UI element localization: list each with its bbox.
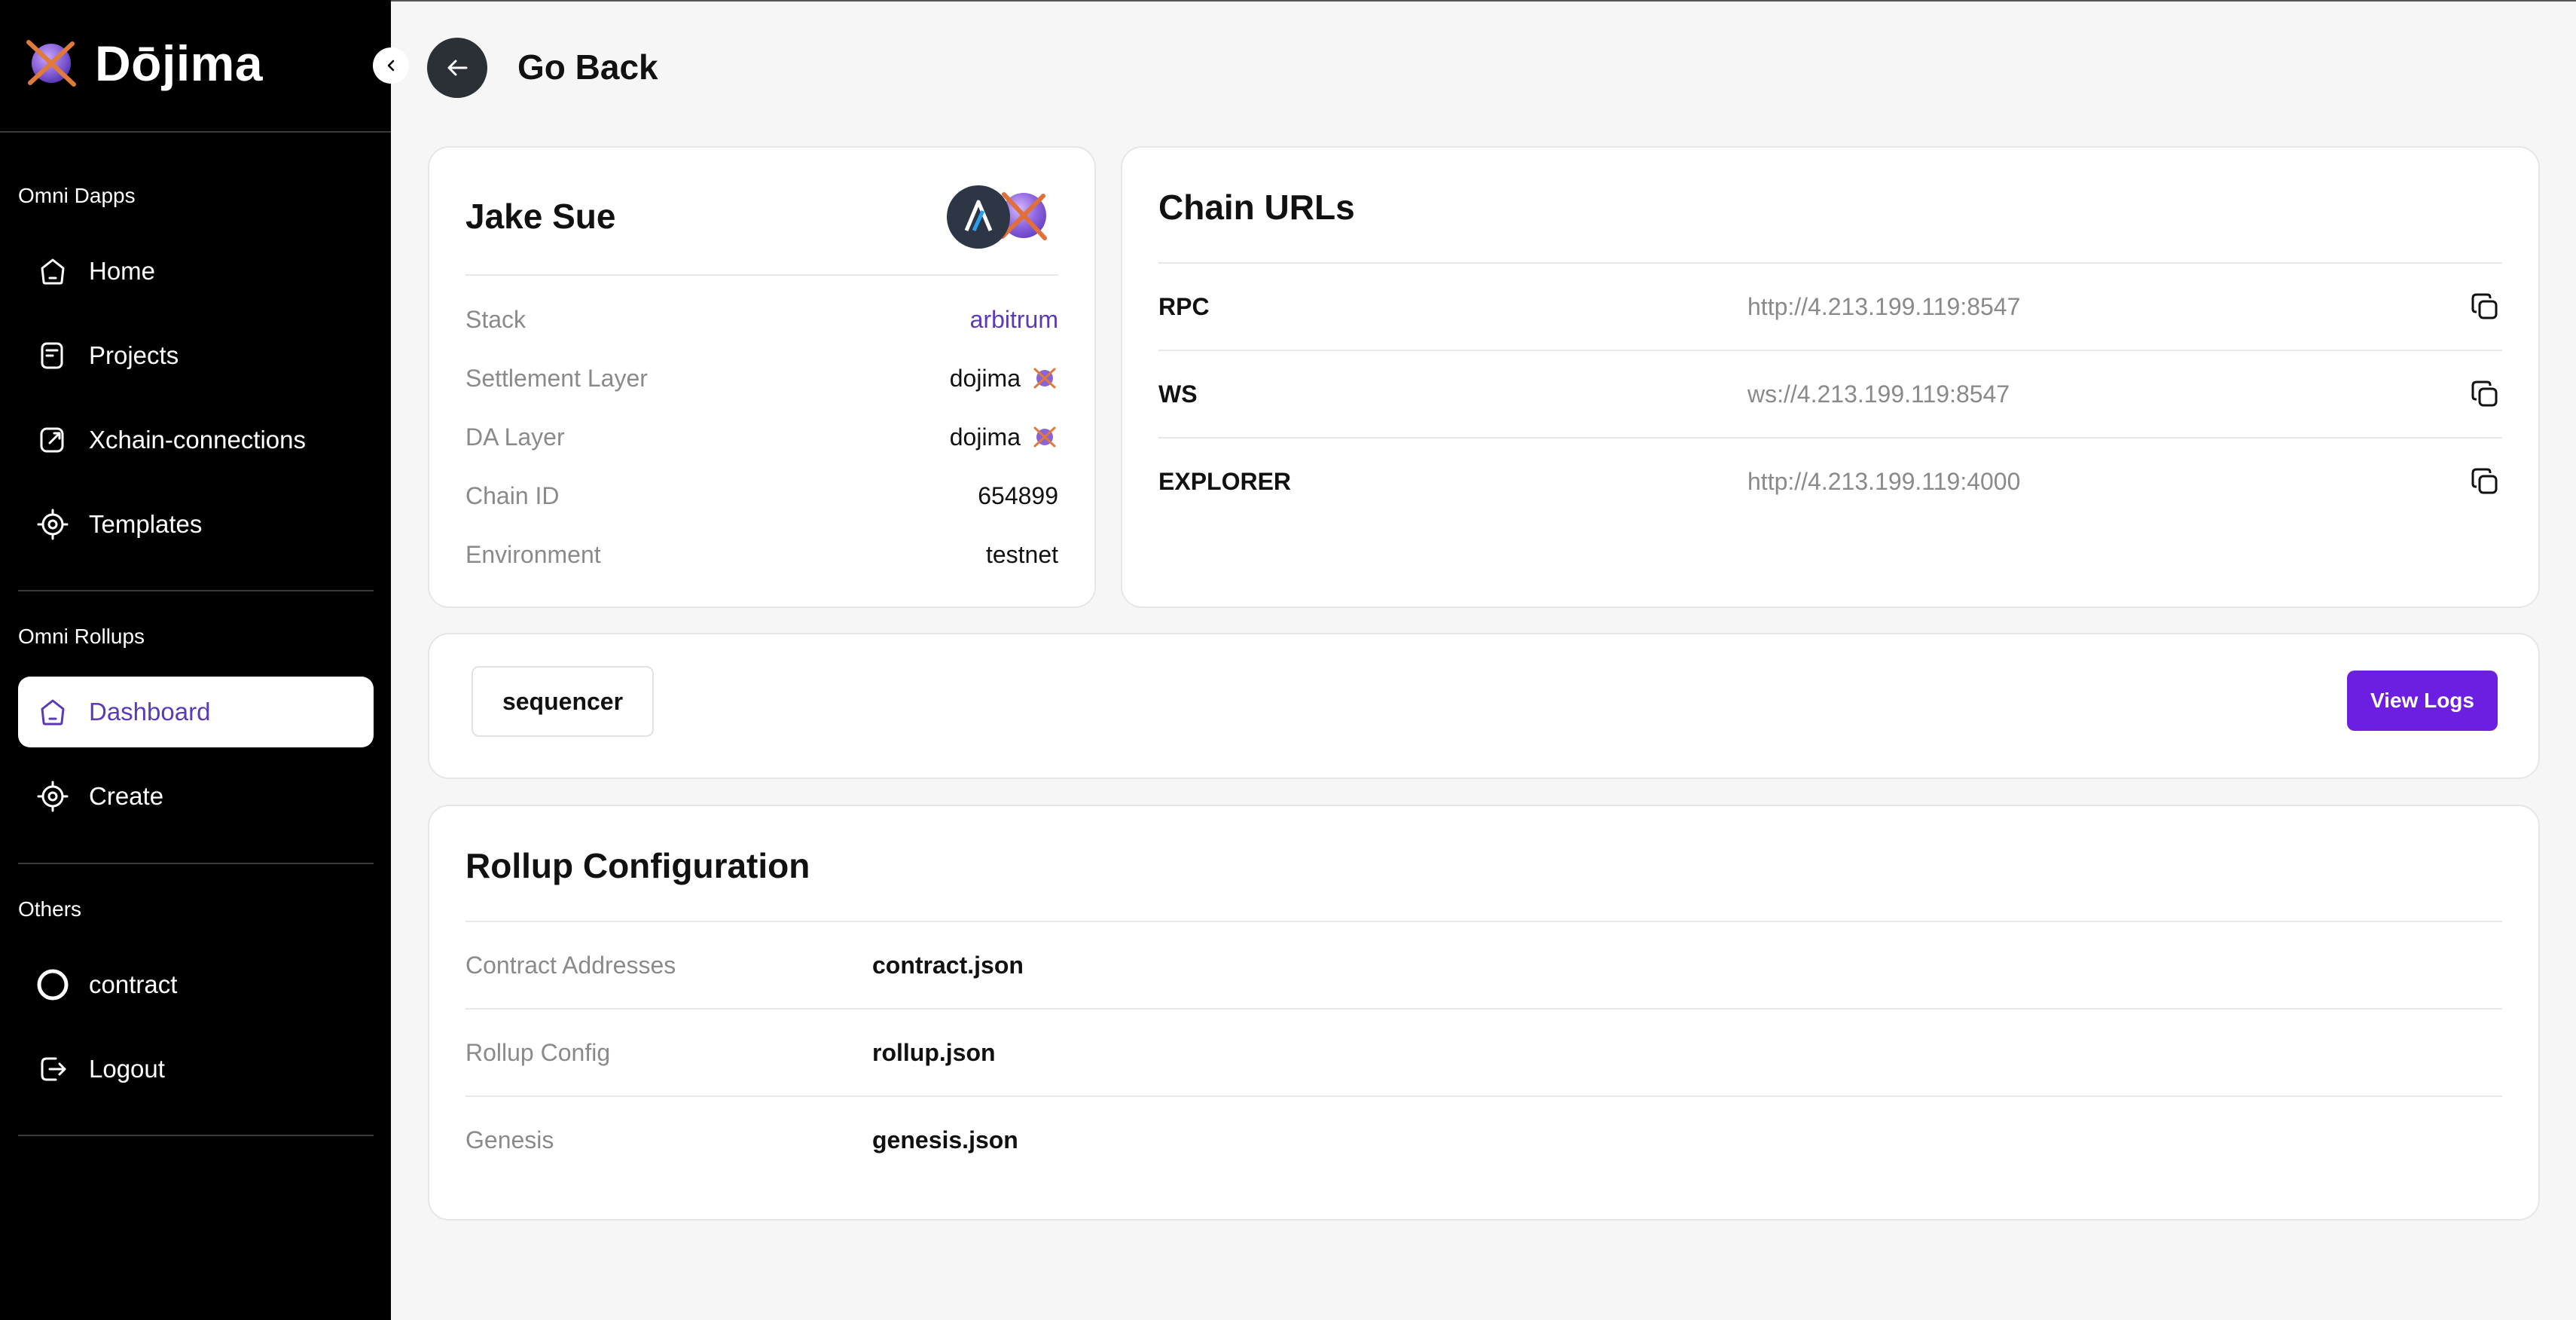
sidebar-item-label: Logout — [89, 1055, 165, 1083]
chain-urls-card: Chain URLs RPC http://4.213.199.119:8547… — [1121, 146, 2540, 608]
row-key: Chain ID — [465, 481, 560, 509]
chevron-left-icon — [387, 60, 395, 72]
sidebar-item-label: Xchain-connections — [89, 426, 307, 454]
config-file-link[interactable]: genesis.json — [872, 1126, 1018, 1154]
home-icon — [36, 695, 69, 729]
stack-link[interactable]: arbitrum — [970, 306, 1058, 334]
divider — [465, 274, 1058, 276]
stack-logos-icon — [947, 185, 1047, 249]
config-file-link[interactable]: contract.json — [872, 952, 1024, 979]
service-tab-sequencer[interactable]: sequencer — [472, 666, 654, 737]
sidebar-item-label: Create — [89, 782, 164, 810]
brand-name: Dōjima — [95, 35, 264, 91]
divider — [18, 1135, 374, 1136]
profile-name: Jake Sue — [465, 197, 616, 236]
row-value: testnet — [985, 540, 1058, 568]
row-key: DA Layer — [465, 423, 565, 451]
profile-row-da-layer: DA Layer dojima — [465, 414, 1058, 460]
profile-row-settlement-layer: Settlement Layer dojima — [465, 356, 1058, 401]
config-key: Rollup Config — [465, 1038, 611, 1066]
sidebar-item-templates[interactable]: Templates — [18, 489, 374, 560]
config-key: Contract Addresses — [465, 951, 676, 979]
url-row-rpc: RPC http://4.213.199.119:8547 — [1158, 264, 2502, 350]
profile-row-environment: Environment testnet — [465, 532, 1058, 577]
sidebar: Dōjima Omni Dapps Home Projects Xchain-c… — [0, 0, 391, 1320]
url-value: http://4.213.199.119:4000 — [1747, 467, 2021, 495]
home-icon — [36, 255, 69, 288]
url-row-explorer: EXPLORER http://4.213.199.119:4000 — [1158, 438, 2502, 524]
dojima-logo-icon — [1033, 426, 1056, 448]
row-key: Environment — [465, 540, 601, 568]
logout-icon — [36, 1053, 69, 1086]
sidebar-item-contract[interactable]: contract — [18, 949, 374, 1020]
dojima-logo-icon — [26, 40, 76, 87]
divider — [18, 863, 374, 864]
back-button[interactable] — [427, 38, 487, 98]
row-value: dojima — [949, 423, 1021, 451]
dojima-logo-icon — [1033, 368, 1056, 389]
divider — [18, 590, 374, 591]
sidebar-item-label: Home — [89, 257, 156, 285]
config-row-rollup-config: Rollup Config rollup.json — [465, 1010, 2502, 1095]
copy-button[interactable] — [2468, 464, 2502, 499]
sidebar-item-label: contract — [89, 970, 178, 998]
profile-row-chain-id: Chain ID 654899 — [465, 473, 1058, 518]
target-icon — [36, 508, 69, 541]
top-border — [391, 0, 2576, 2]
view-logs-button[interactable]: View Logs — [2347, 671, 2498, 731]
config-key: Genesis — [465, 1126, 554, 1153]
page-title[interactable]: Go Back — [517, 47, 658, 87]
chain-urls-title: Chain URLs — [1158, 188, 1355, 227]
circle-icon — [36, 968, 69, 1001]
brand[interactable]: Dōjima — [21, 33, 263, 93]
document-icon — [36, 339, 69, 372]
sidebar-item-label: Templates — [89, 510, 203, 538]
sidebar-item-label: Dashboard — [89, 698, 211, 726]
copy-button[interactable] — [2468, 289, 2502, 324]
sidebar-item-xchain-connections[interactable]: Xchain-connections — [18, 405, 374, 475]
url-value: http://4.213.199.119:8547 — [1747, 292, 2021, 320]
sidebar-item-logout[interactable]: Logout — [18, 1034, 374, 1105]
rollup-profile-card: Jake Sue Stack arbitrum Settlement Layer… — [428, 146, 1096, 608]
row-key: Stack — [465, 305, 526, 333]
section-label-omni-dapps: Omni Dapps — [18, 184, 136, 207]
url-value: ws://4.213.199.119:8547 — [1747, 380, 2010, 408]
copy-button[interactable] — [2468, 377, 2502, 411]
sidebar-item-label: Projects — [89, 341, 179, 369]
copy-icon — [2471, 293, 2498, 319]
profile-row-stack: Stack arbitrum — [465, 297, 1058, 342]
divider — [0, 131, 391, 133]
url-label: RPC — [1158, 292, 1210, 320]
config-file-link[interactable]: rollup.json — [872, 1039, 996, 1067]
copy-icon — [2471, 380, 2498, 407]
sidebar-item-projects[interactable]: Projects — [18, 320, 374, 391]
copy-icon — [2471, 468, 2498, 494]
row-value-wrap: dojima — [950, 365, 1058, 393]
row-value: 654899 — [978, 481, 1058, 509]
url-row-ws: WS ws://4.213.199.119:8547 — [1158, 351, 2502, 437]
config-row-genesis: Genesis genesis.json — [465, 1097, 2502, 1183]
row-value: dojima — [949, 364, 1021, 392]
sidebar-item-dashboard[interactable]: Dashboard — [18, 677, 374, 747]
target-icon — [36, 780, 69, 813]
row-value-wrap: dojima — [950, 423, 1058, 451]
collapse-sidebar-button[interactable] — [373, 47, 409, 84]
services-card: sequencer View Logs — [428, 633, 2540, 779]
sidebar-item-create[interactable]: Create — [18, 761, 374, 832]
sidebar-item-home[interactable]: Home — [18, 236, 374, 307]
rollup-configuration-title: Rollup Configuration — [465, 846, 810, 885]
arrow-left-icon — [447, 60, 468, 76]
url-label: WS — [1158, 380, 1198, 408]
edit-link-icon — [36, 423, 69, 457]
rollup-configuration-card: Rollup Configuration Contract Addresses … — [428, 805, 2540, 1221]
config-row-contract-addresses: Contract Addresses contract.json — [465, 922, 2502, 1008]
section-label-others: Others — [18, 897, 82, 921]
section-label-omni-rollups: Omni Rollups — [18, 625, 145, 648]
url-label: EXPLORER — [1158, 467, 1292, 495]
row-key: Settlement Layer — [465, 364, 648, 392]
